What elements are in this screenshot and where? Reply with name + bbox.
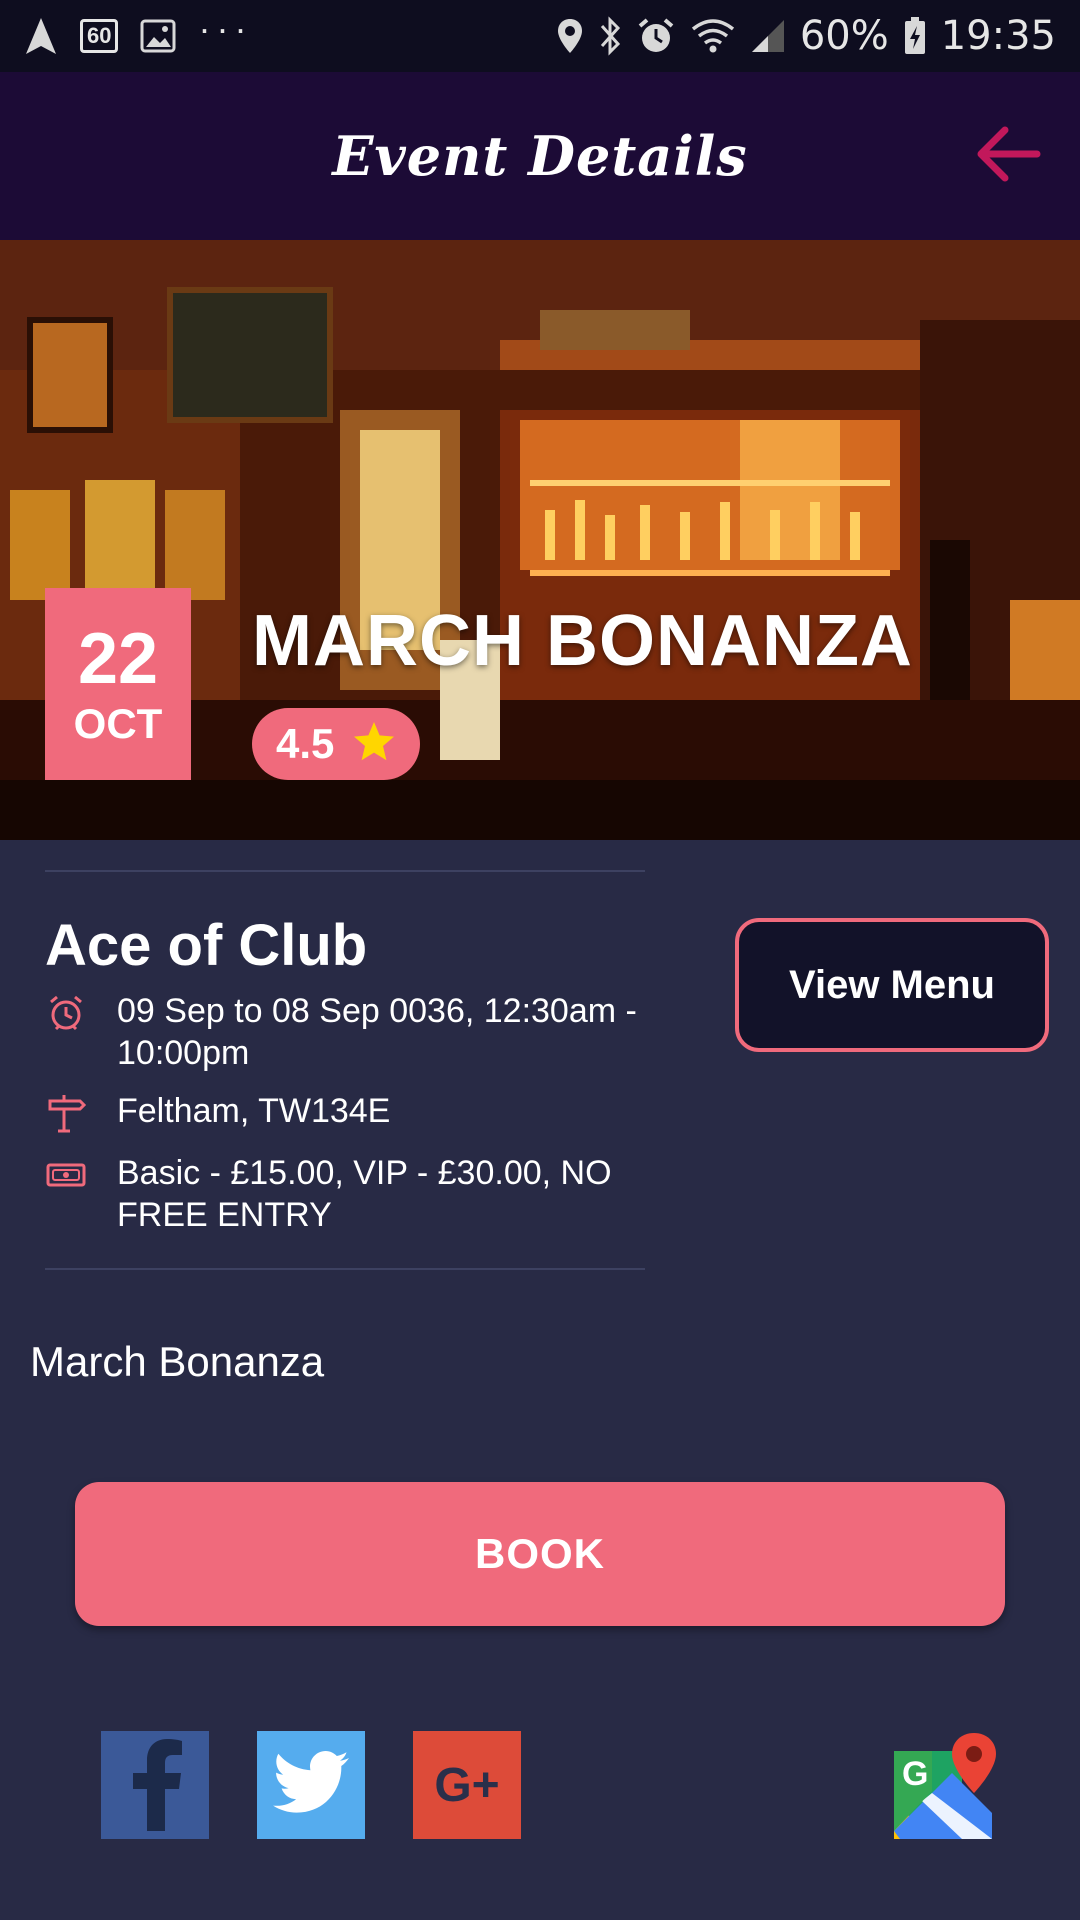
twitter-share-button[interactable] xyxy=(257,1731,365,1839)
alarm-icon xyxy=(636,14,676,58)
svg-text:G: G xyxy=(902,1755,928,1793)
facebook-share-button[interactable] xyxy=(101,1731,209,1839)
status-right: 60% 19:35 xyxy=(556,13,1056,59)
facebook-icon xyxy=(125,1735,185,1836)
battery-percentage: 60% xyxy=(799,13,889,59)
status-left: 60 ··· xyxy=(24,8,252,58)
rating-value: 4.5 xyxy=(276,720,335,767)
event-location: Feltham, TW134E xyxy=(117,1092,391,1130)
more-notifications-icon: ··· xyxy=(198,8,253,49)
location-icon xyxy=(556,14,584,58)
bluetooth-icon xyxy=(598,14,622,58)
status-bar: 60 ··· 60% 19:35 xyxy=(0,0,1080,72)
app-header: Event Details xyxy=(0,72,1080,240)
view-menu-button[interactable]: View Menu xyxy=(735,918,1049,1052)
event-prices: Basic - £15.00, VIP - £30.00, NO FREE EN… xyxy=(117,1154,612,1234)
image-icon xyxy=(140,14,176,58)
battery-charging-icon xyxy=(903,14,927,58)
divider-bottom xyxy=(45,1268,645,1270)
rating-badge: 4.5 xyxy=(252,708,421,780)
event-month: OCT xyxy=(73,700,163,747)
venue-name: Ace of Club xyxy=(45,913,368,978)
arrow-left-icon xyxy=(975,126,1041,187)
signal-icon xyxy=(750,14,786,58)
event-title: MARCH BONANZA xyxy=(252,601,913,681)
google-maps-button[interactable]: G xyxy=(892,1731,1004,1843)
alarm-clock-icon xyxy=(45,992,87,1034)
twitter-icon xyxy=(271,1750,351,1821)
navigation-icon xyxy=(24,14,58,58)
event-hero: 22 OCT MARCH BONANZA 4.5 xyxy=(0,240,1080,840)
sixty-fps-icon: 60 xyxy=(80,14,119,58)
wifi-icon xyxy=(690,14,736,58)
page-title: Event Details xyxy=(332,124,748,188)
star-icon xyxy=(352,720,396,769)
date-badge: 22 OCT xyxy=(45,588,191,780)
google-plus-icon: G+ xyxy=(434,1758,500,1812)
event-description: March Bonanza xyxy=(30,1338,325,1385)
book-button[interactable]: BOOK xyxy=(75,1482,1005,1626)
event-location-row: Feltham, TW134E xyxy=(45,1090,665,1134)
event-datetime: 09 Sep to 08 Sep 0036, 12:30am - 10:00pm xyxy=(117,992,637,1072)
event-prices-row: Basic - £15.00, VIP - £30.00, NO FREE EN… xyxy=(45,1152,665,1236)
event-day: 22 xyxy=(77,619,159,699)
event-datetime-row: 09 Sep to 08 Sep 0036, 12:30am - 10:00pm xyxy=(45,990,665,1074)
back-button[interactable] xyxy=(972,120,1044,192)
google-maps-icon: G xyxy=(894,1733,996,1839)
money-icon xyxy=(45,1154,87,1196)
divider-top xyxy=(45,870,645,872)
signpost-icon xyxy=(45,1092,87,1134)
clock: 19:35 xyxy=(940,13,1056,59)
google-plus-share-button[interactable]: G+ xyxy=(413,1731,521,1839)
